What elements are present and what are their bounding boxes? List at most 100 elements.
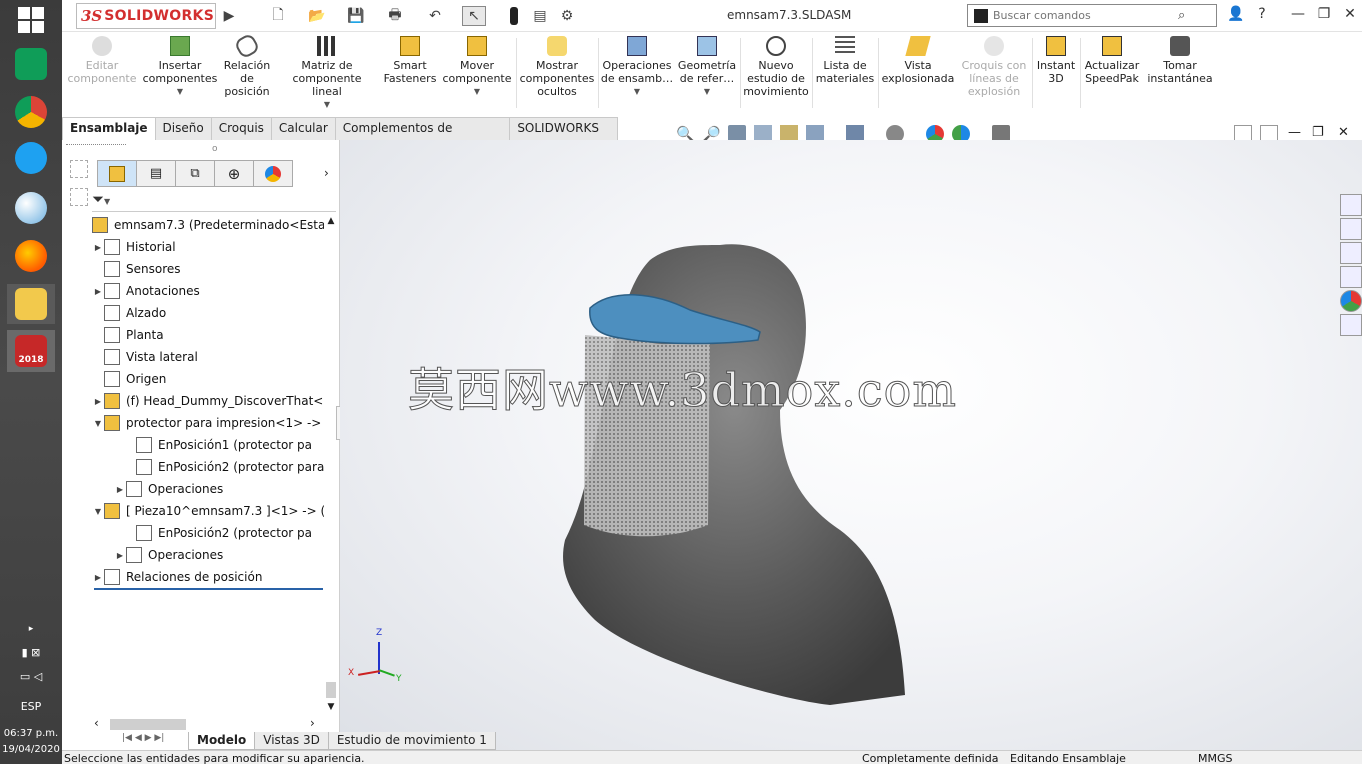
expand-toggle-icon[interactable]: ▶ (114, 551, 126, 560)
tree-item[interactable]: ▼ [ Pieza10^emnsam7.3 ]<1> -> (Pre (92, 501, 324, 521)
custom-properties-icon[interactable] (1340, 314, 1362, 336)
clock-time[interactable]: 06:37 p.m. (0, 728, 62, 739)
ribbon-btn-mostrar-ocultos[interactable]: Mostrar componentes ocultos (518, 36, 596, 98)
ribbon-btn-matriz-lineal[interactable]: Matriz de componente lineal ▼ (276, 36, 378, 111)
ribbon-btn-lista-materiales[interactable]: Lista de materiales (814, 36, 876, 85)
scroll-left-icon[interactable]: ‹ (94, 716, 99, 730)
help-icon[interactable]: ? (1250, 6, 1274, 22)
dimxpert-tab[interactable]: ⊕ (214, 160, 254, 187)
expand-toggle-icon[interactable]: ▼ (92, 419, 104, 428)
tree-item[interactable]: Sensores (92, 259, 181, 279)
expand-toggle-icon[interactable]: ▶ (92, 573, 104, 582)
tab-diseno[interactable]: Diseño (154, 117, 212, 140)
filter-funnel-icon[interactable]: ⏷ (92, 190, 104, 208)
print-icon[interactable]: 🖶 (384, 6, 406, 26)
ribbon-btn-actualizar-speedpak[interactable]: Actualizar SpeedPak (1082, 36, 1142, 85)
ribbon-btn-croquis-explosion[interactable]: Croquis con líneas de explosión (958, 36, 1030, 98)
tab-calcular[interactable]: Calcular (270, 117, 336, 140)
save-icon[interactable]: 💾 (346, 6, 366, 26)
tree-item[interactable]: ▶ (f) Head_Dummy_DiscoverThat<1> (92, 391, 324, 411)
filter-bar[interactable]: ⏷▼ (92, 190, 336, 212)
tray-power-icon[interactable]: ▮ ⊠ (0, 646, 62, 659)
panel-grip[interactable] (66, 144, 126, 148)
tree-item[interactable]: ▶ Historial (92, 237, 176, 257)
ribbon-btn-insertar-componentes[interactable]: Insertar componentes ▼ (142, 36, 218, 98)
search-input[interactable] (993, 9, 1178, 22)
dropdown-caret-icon[interactable]: ▼ (177, 85, 183, 98)
model-render[interactable] (340, 140, 1362, 750)
tab-estudio-movimiento[interactable]: Estudio de movimiento 1 (327, 732, 496, 750)
select-pointer-icon[interactable]: ↖ (462, 6, 486, 26)
flyout-tree-icon[interactable] (70, 160, 88, 178)
ribbon-btn-nuevo-estudio-movimiento[interactable]: Nuevo estudio de movimiento (742, 36, 810, 98)
tree-item[interactable]: ▶ Relaciones de posición (92, 567, 262, 587)
scroll-up-icon[interactable]: ▲ (324, 216, 338, 226)
propertymanager-tab[interactable]: ▤ (136, 160, 176, 187)
tree-item[interactable]: emnsam7.3 (Predeterminado<Estado d (92, 215, 324, 235)
taskbar-paint-button[interactable] (7, 188, 55, 228)
tab-ensamblaje[interactable]: Ensamblaje (62, 117, 156, 140)
tabs-scroll-right-icon[interactable]: › (324, 166, 329, 180)
expand-toggle-icon[interactable]: ▶ (92, 397, 104, 406)
windows-start-button[interactable] (7, 0, 55, 40)
tray-network-volume-icon[interactable]: ▭ ◁ (0, 670, 62, 683)
language-indicator[interactable]: ESP (0, 700, 62, 713)
dropdown-caret-icon[interactable]: ▼ (634, 85, 640, 98)
taskbar-firefox-button[interactable] (7, 236, 55, 276)
search-icon[interactable]: ⌕ (1178, 8, 1185, 23)
tree-horizontal-scrollbar[interactable]: ‹ › (92, 716, 324, 732)
graphics-area[interactable]: 莫西网www.3dmox.com Z X Y (340, 140, 1362, 750)
horizontal-scroll-thumb[interactable] (110, 719, 186, 730)
configurationmanager-tab[interactable]: ⧉ (175, 160, 215, 187)
flyout-sketch-icon[interactable] (70, 188, 88, 206)
taskbar-solidworks-button[interactable]: 2018 (7, 330, 55, 372)
tab-solidworks-mbd[interactable]: SOLIDWORKS MBD (509, 117, 618, 156)
view-palette-icon[interactable] (1340, 266, 1362, 288)
command-search[interactable]: ⌕ (967, 4, 1217, 27)
ribbon-btn-relacion-posicion[interactable]: Relación de posición (220, 32, 274, 98)
close-button[interactable]: ✕ (1338, 6, 1362, 22)
tree-item[interactable]: EnPosición1 (protector pa (114, 435, 312, 455)
tree-item[interactable]: ▶ Operaciones (114, 545, 223, 565)
tree-item[interactable]: Origen (92, 369, 166, 389)
file-properties-icon[interactable]: ▤ (530, 6, 550, 26)
tab-vistas-3d[interactable]: Vistas 3D (254, 732, 329, 750)
dropdown-caret-icon[interactable]: ▼ (324, 98, 330, 111)
ribbon-btn-tomar-instantanea[interactable]: Tomar instantánea (1144, 36, 1216, 85)
ribbon-btn-smart-fasteners[interactable]: Smart Fasteners (382, 36, 438, 85)
rebuild-traffic-light-icon[interactable] (508, 6, 520, 26)
appearances-icon[interactable] (1340, 290, 1362, 312)
restore-button[interactable]: ❐ (1312, 6, 1336, 22)
tree-item[interactable]: Planta (92, 325, 164, 345)
ribbon-btn-mover-componente[interactable]: Mover componente ▼ (440, 36, 514, 98)
tab-complementos[interactable]: Complementos de SOLIDWORKS (334, 117, 511, 156)
expand-toggle-icon[interactable]: ▶ (92, 243, 104, 252)
tree-item[interactable]: ▶ Operaciones (114, 479, 223, 499)
panel-collapse-dot-icon[interactable]: o (212, 144, 218, 154)
taskbar-explorer-button[interactable] (7, 284, 55, 324)
open-folder-icon[interactable]: 📂 (306, 6, 328, 26)
displaymanager-tab[interactable] (253, 160, 293, 187)
ribbon-btn-instant-3d[interactable]: Instant 3D (1034, 36, 1078, 85)
options-gear-icon[interactable]: ⚙ (556, 6, 578, 26)
dropdown-caret-icon[interactable]: ▼ (104, 197, 110, 206)
solidworks-logo[interactable]: 3S SOLIDWORKS (76, 3, 216, 29)
dropdown-caret-icon[interactable]: ▼ (474, 85, 480, 98)
expand-toggle-icon[interactable]: ▶ (92, 287, 104, 296)
tree-vertical-scrollbar[interactable]: ▲ ▼ (324, 216, 338, 716)
menu-expand-icon[interactable]: ▶ (222, 6, 236, 26)
taskbar-chrome-button[interactable] (7, 92, 55, 132)
featuremanager-tab[interactable] (97, 160, 137, 187)
tree-item[interactable]: ▶ Anotaciones (92, 281, 200, 301)
ribbon-btn-operaciones-ensamblaje[interactable]: Operaciones de ensamb… ▼ (600, 36, 674, 98)
tree-item[interactable]: Alzado (92, 303, 166, 323)
expand-toggle-icon[interactable]: ▼ (92, 507, 104, 516)
tree-item[interactable]: EnPosición2 (protector pa (114, 523, 312, 543)
scroll-right-icon[interactable]: › (310, 716, 315, 730)
minimize-button[interactable]: — (1286, 6, 1310, 22)
status-units[interactable]: MMGS (1198, 752, 1233, 764)
file-explorer-icon[interactable] (1340, 242, 1362, 264)
tab-croquis[interactable]: Croquis (210, 117, 272, 140)
ribbon-btn-geometria-referencia[interactable]: Geometría de refer… ▼ (676, 36, 738, 98)
tray-expand-icon[interactable]: ▸ (0, 624, 62, 634)
